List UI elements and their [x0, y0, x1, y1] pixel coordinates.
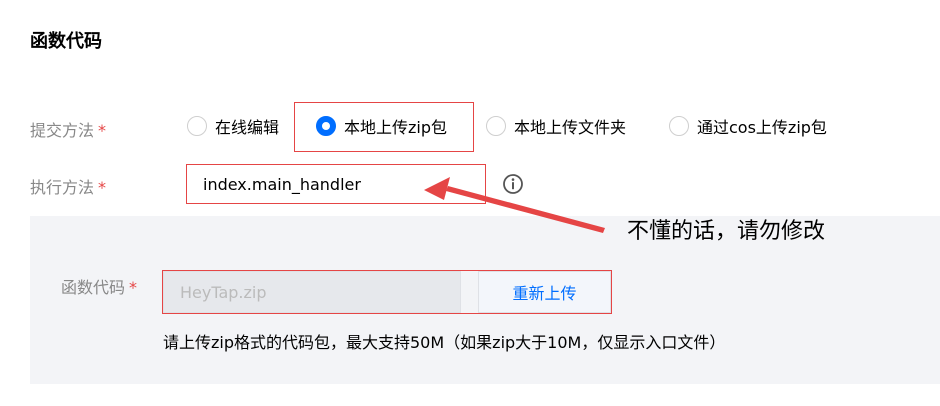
radio-circle[interactable] — [669, 116, 689, 136]
reupload-button[interactable]: 重新上传 — [478, 271, 611, 313]
radio-online-edit[interactable]: 在线编辑 — [187, 113, 279, 139]
function-code-label: 函数代码 * — [61, 274, 137, 298]
info-circle-icon[interactable] — [502, 173, 524, 195]
radio-local-folder[interactable]: 本地上传文件夹 — [486, 113, 626, 139]
annotation-text: 不懂的话，请勿修改 — [627, 219, 826, 244]
exec-method-value: index.main_handler — [203, 174, 361, 194]
radio-circle[interactable] — [486, 116, 506, 136]
uploaded-file-name: HeyTap.zip — [180, 282, 267, 302]
exec-method-input[interactable]: index.main_handler — [186, 164, 486, 204]
radio-label-local-folder: 本地上传文件夹 — [514, 118, 627, 137]
exec-method-label-text: 执行方法 — [30, 178, 95, 197]
exec-method-label: 执行方法 * — [30, 174, 106, 198]
required-star: * — [98, 121, 107, 140]
radio-label-online-edit: 在线编辑 — [215, 118, 280, 137]
submit-method-label-text: 提交方法 — [30, 121, 95, 140]
required-star: * — [98, 178, 107, 197]
required-star: * — [129, 278, 138, 297]
upload-hint: 请上传zip格式的代码包，最大支持50M（如果zip大于10M，仅显示入口文件） — [163, 333, 726, 352]
section-title: 函数代码 — [30, 31, 102, 52]
radio-label-cos-zip: 通过cos上传zip包 — [697, 118, 827, 137]
submit-method-label: 提交方法 * — [30, 117, 106, 141]
radio-circle[interactable] — [187, 116, 207, 136]
highlight-box-local-zip — [294, 102, 474, 152]
radio-cos-zip[interactable]: 通过cos上传zip包 — [669, 113, 827, 139]
function-code-label-text: 函数代码 — [61, 278, 126, 297]
uploaded-file-field: HeyTap.zip — [163, 271, 461, 313]
